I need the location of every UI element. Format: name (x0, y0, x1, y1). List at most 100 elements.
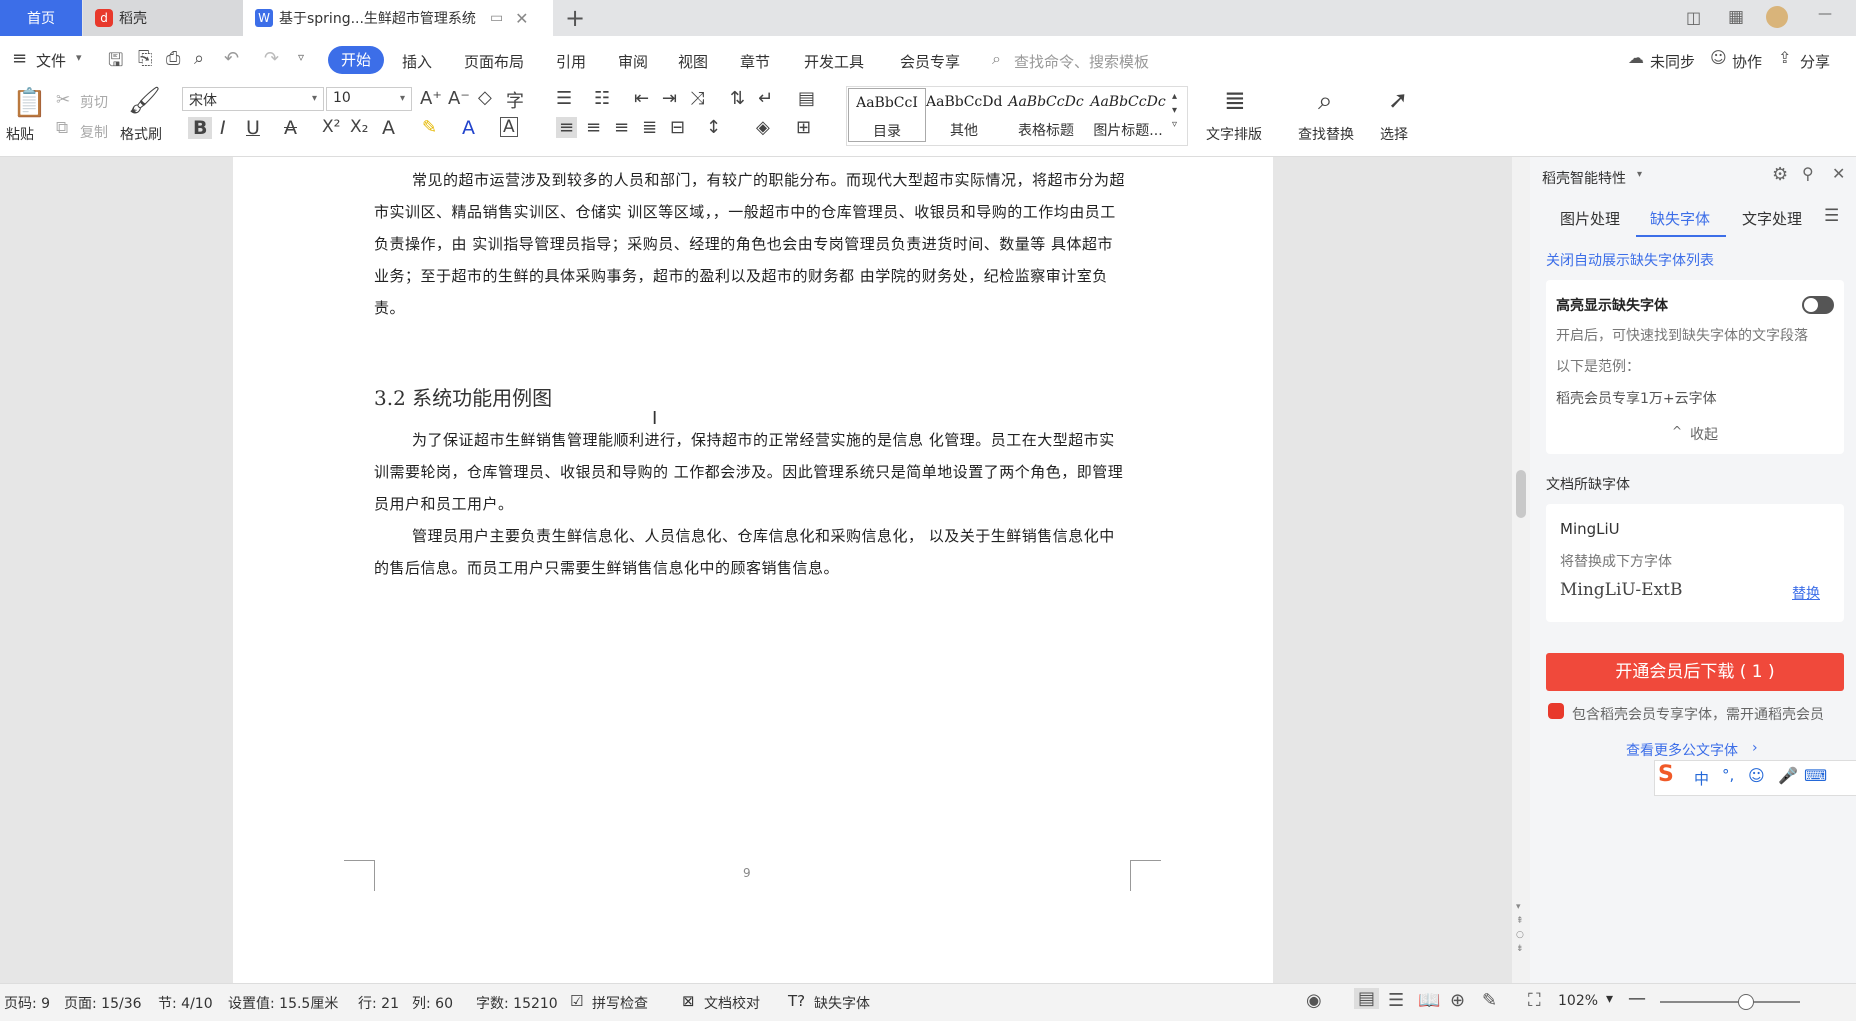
zoom-slider-knob[interactable] (1738, 994, 1754, 1010)
cut-icon[interactable]: ✂ (56, 90, 70, 110)
scroll-nav-icon[interactable]: ▾ ⇞ ○ ⇟ (1516, 900, 1524, 956)
replace-button[interactable]: 替换 (1792, 583, 1820, 603)
tab-document[interactable]: W 基于spring...生鲜超市管理系统 ▭ ✕ (243, 0, 553, 36)
section-heading[interactable]: 3.2 系统功能用例图 (374, 382, 552, 411)
decrease-indent-icon[interactable]: ⇤ (634, 88, 649, 109)
align-right-icon[interactable]: ≡ (614, 117, 629, 138)
redo-icon[interactable]: ↷ (264, 48, 279, 69)
highlight-icon[interactable]: ✎ (422, 117, 437, 138)
save-icon[interactable]: 🖫 (108, 48, 123, 78)
status-row[interactable]: 行: 21 (358, 993, 399, 1013)
collab-icon[interactable]: ☺ (1710, 48, 1727, 67)
page-view-icon[interactable]: ▤ (1354, 988, 1380, 1009)
font-color-icon[interactable]: A (462, 117, 475, 139)
tab-image-processing[interactable]: 图片处理 (1560, 208, 1620, 229)
paragraph-2[interactable]: 为了保证超市生鲜销售管理能顺利进行，保持超市的正常经营实施的是信息 化管理。员工… (374, 424, 1128, 520)
print-preview-icon[interactable]: ⌕ (194, 48, 204, 69)
file-menu[interactable]: 文件 (36, 50, 66, 71)
text-layout-icon[interactable]: ≣ (1224, 86, 1246, 116)
hamburger-icon[interactable]: ≡ (12, 48, 27, 69)
tab-missing-fonts[interactable]: 缺失字体 (1650, 208, 1710, 229)
menu-item-chapter[interactable]: 章节 (740, 51, 770, 72)
paragraph-3[interactable]: 管理员用户主要负责生鲜信息化、人员信息化、仓库信息化和采购信息化， 以及关于生鲜… (374, 520, 1128, 584)
zoom-out-icon[interactable]: — (1628, 988, 1646, 1009)
line-spacing-icon[interactable]: ↕ (706, 117, 721, 138)
superscript-icon[interactable]: X² (322, 117, 340, 137)
ime-punct[interactable]: °, (1722, 766, 1734, 784)
copy-button[interactable]: 复制 (80, 122, 108, 142)
grow-font-icon[interactable]: A⁺ (420, 88, 442, 109)
menu-item-view[interactable]: 视图 (678, 51, 708, 72)
format-painter-icon[interactable]: 🖌 (128, 86, 161, 116)
select-cursor-icon[interactable]: ➚ (1388, 86, 1408, 114)
menu-item-start[interactable]: 开始 (328, 46, 384, 74)
paragraph-1[interactable]: 常见的超市运营涉及到较多的人员和部门，有较广的职能分布。而现代大型超市实际情况，… (374, 164, 1128, 324)
style-figure-title[interactable]: AaBbCcDc 图片标题... (1090, 88, 1166, 140)
text-effect-icon[interactable]: A (382, 117, 395, 139)
show-marks-icon[interactable]: ↵ (758, 88, 773, 109)
tab-text-processing[interactable]: 文字处理 (1742, 208, 1802, 229)
grid-icon[interactable]: ▦ (1728, 7, 1744, 27)
status-setting[interactable]: 设置值: 15.5厘米 (228, 993, 338, 1013)
italic-icon[interactable]: I (220, 117, 226, 139)
char-border-icon[interactable]: A (500, 117, 518, 137)
bullet-list-icon[interactable]: ☰ (556, 88, 572, 109)
number-list-icon[interactable]: ☷ (594, 88, 610, 109)
eye-protect-icon[interactable]: ◉ (1306, 990, 1322, 1011)
proofread-button[interactable]: 文档校对 (704, 993, 760, 1013)
command-search-input[interactable]: 查找命令、搜索模板 (1014, 51, 1149, 72)
vertical-scrollbar[interactable] (1512, 157, 1530, 983)
mic-icon[interactable]: 🎤 (1778, 766, 1798, 785)
pen-icon[interactable]: ✎ (1482, 990, 1497, 1011)
download-button[interactable]: 开通会员后下载 ( 1 ) (1546, 653, 1844, 691)
tab-home[interactable]: 首页 (0, 0, 82, 36)
keyboard-icon[interactable]: ⌨ (1804, 766, 1827, 785)
scrollbar-thumb[interactable] (1516, 470, 1526, 518)
gallery-scroll-icon[interactable]: ▴ ▾ ▿ (1172, 90, 1177, 132)
find-replace-button[interactable]: 查找替换 (1298, 124, 1354, 144)
more-fonts-link[interactable]: 查看更多公文字体 (1626, 740, 1738, 760)
underline-icon[interactable]: U (246, 117, 260, 139)
panel-menu-icon[interactable]: ☰ (1824, 206, 1839, 226)
shading-icon[interactable]: ◈ (756, 117, 770, 138)
avatar[interactable] (1766, 6, 1788, 28)
reading-view-icon[interactable]: 📖 (1418, 990, 1440, 1011)
outline-view-icon[interactable]: ☰ (1388, 990, 1404, 1011)
sort-icon[interactable]: ⇅ (730, 88, 745, 109)
status-word-count[interactable]: 字数: 15210 (476, 993, 558, 1013)
borders-icon[interactable]: ⊞ (796, 117, 811, 138)
close-icon[interactable]: ✕ (515, 9, 528, 28)
find-replace-icon[interactable]: ⌕ (1318, 86, 1333, 117)
chinese-layout-icon[interactable]: ⤨ (690, 88, 704, 109)
emoji-icon[interactable]: ☺ (1748, 766, 1765, 785)
format-painter-button[interactable]: 格式刷 (120, 124, 162, 144)
undo-icon[interactable]: ↶ (224, 48, 239, 69)
align-left-icon[interactable]: ≡ (556, 117, 578, 138)
ime-mode[interactable]: 中 (1694, 768, 1709, 789)
distribute-icon[interactable]: ⊟ (670, 117, 685, 138)
menu-item-dev-tools[interactable]: 开发工具 (804, 51, 864, 72)
justify-icon[interactable]: ≣ (642, 117, 657, 138)
export-icon[interactable]: ⎘ (138, 48, 152, 69)
side-panel-title[interactable]: 稻壳智能特性 (1542, 168, 1626, 188)
spell-check-button[interactable]: 拼写检查 (592, 993, 648, 1013)
tab-wps[interactable]: d 稻壳 (83, 0, 243, 36)
close-panel-icon[interactable]: ✕ (1832, 164, 1845, 183)
font-name-select[interactable]: 宋体 ▾ (182, 87, 324, 111)
settings-gear-icon[interactable]: ⚙ (1772, 164, 1788, 185)
menu-item-page-layout[interactable]: 页面布局 (464, 51, 524, 72)
cut-button[interactable]: 剪切 (80, 92, 108, 112)
collab-button[interactable]: 协作 (1732, 51, 1762, 72)
quick-access-chevron-icon[interactable]: ▿ (298, 50, 304, 64)
menu-item-review[interactable]: 审阅 (618, 51, 648, 72)
chevron-up-icon[interactable]: ^ (1672, 424, 1682, 438)
copy-icon[interactable]: ⧉ (56, 118, 68, 138)
status-section[interactable]: 节: 4/10 (158, 993, 213, 1013)
sync-status[interactable]: 未同步 (1650, 51, 1695, 72)
menu-item-insert[interactable]: 插入 (402, 51, 432, 72)
missing-font-button[interactable]: 缺失字体 (814, 993, 870, 1013)
print-icon[interactable]: ⎙ (166, 48, 180, 69)
clear-format-icon[interactable]: ◇ (478, 87, 492, 108)
subscript-icon[interactable]: X₂ (350, 117, 368, 137)
new-tab-button[interactable]: + (560, 4, 590, 32)
